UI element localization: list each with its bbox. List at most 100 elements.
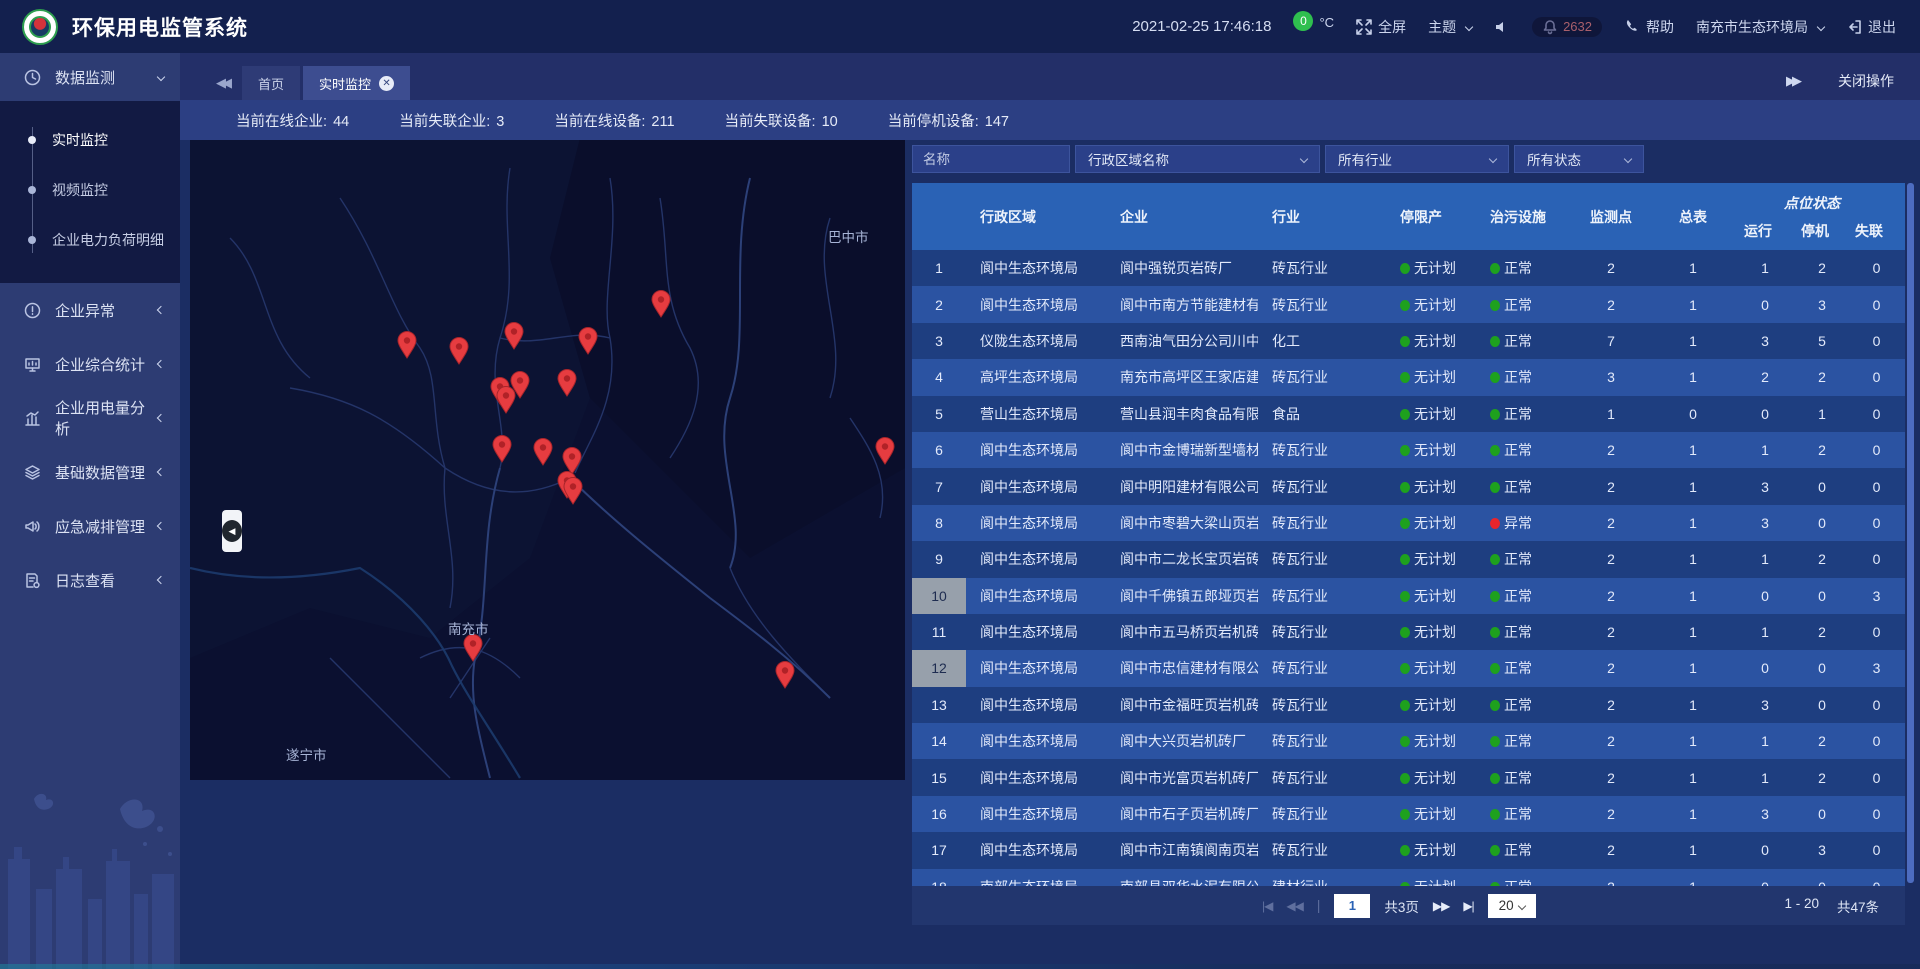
help-button[interactable]: 帮助 bbox=[1624, 17, 1674, 37]
row-monitor-count: 2 bbox=[1570, 588, 1652, 604]
prev-page-icon[interactable]: ◀◀ bbox=[1286, 899, 1302, 913]
table-row[interactable]: 6 阆中生态环境局 阆中市金博瑞新型墙材 砖瓦行业 无计划 正常 2 1 1 2… bbox=[912, 432, 1905, 468]
table-row[interactable]: 3 仪陇生态环境局 西南油气田分公司川中 化工 无计划 正常 7 1 3 5 0 bbox=[912, 323, 1905, 359]
table-row[interactable]: 5 营山生态环境局 营山县润丰肉食品有限 食品 无计划 正常 1 0 0 1 0 bbox=[912, 396, 1905, 432]
row-stop-count: 0 bbox=[1796, 515, 1848, 531]
table-row[interactable]: 16 阆中生态环境局 阆中市石子页岩机砖厂 砖瓦行业 无计划 正常 2 1 3 … bbox=[912, 796, 1905, 832]
status-dot-icon bbox=[1400, 263, 1410, 274]
row-lost-count: 0 bbox=[1848, 551, 1905, 567]
status-dot-icon bbox=[1400, 518, 1410, 529]
tabs-scroll-left-icon[interactable]: ◀◀ bbox=[180, 75, 242, 100]
sidebar-group-electricity-analysis[interactable]: 企业用电量分析 bbox=[0, 391, 180, 445]
row-monitor-count: 2 bbox=[1570, 442, 1652, 458]
table-row[interactable]: 1 阆中生态环境局 阆中强锐页岩砖厂 砖瓦行业 无计划 正常 2 1 1 2 0 bbox=[912, 250, 1905, 286]
tab-realtime-monitoring[interactable]: 实时监控 ✕ bbox=[303, 66, 410, 100]
logout-button[interactable]: 退出 bbox=[1846, 17, 1896, 37]
sidebar-group-enterprise-anomaly[interactable]: 企业异常 bbox=[0, 283, 180, 337]
table-row[interactable]: 2 阆中生态环境局 阆中市南方节能建材有 砖瓦行业 无计划 正常 2 1 0 3… bbox=[912, 286, 1905, 322]
table-row[interactable]: 12 阆中生态环境局 阆中市忠信建材有限公 砖瓦行业 无计划 正常 2 1 0 … bbox=[912, 650, 1905, 686]
name-search-input[interactable] bbox=[912, 145, 1070, 173]
row-lost-count: 0 bbox=[1848, 297, 1905, 313]
row-industry: 砖瓦行业 bbox=[1258, 658, 1386, 678]
sidebar-group-enterprise-statistics[interactable]: 企业综合统计 bbox=[0, 337, 180, 391]
page-size-select[interactable]: 20 bbox=[1488, 894, 1536, 918]
row-limit-status: 无计划 bbox=[1386, 622, 1476, 642]
status-dot-icon bbox=[1490, 518, 1500, 529]
status-dot-icon bbox=[1490, 300, 1500, 311]
sidebar-group-emergency-reduction[interactable]: 应急减排管理 bbox=[0, 499, 180, 553]
table-row[interactable]: 11 阆中生态环境局 阆中市五马桥页岩机砖 砖瓦行业 无计划 正常 2 1 1 … bbox=[912, 614, 1905, 650]
row-run-count: 0 bbox=[1734, 842, 1796, 858]
fullscreen-button[interactable]: 全屏 bbox=[1356, 17, 1406, 37]
table-row[interactable]: 4 高坪生态环境局 南充市高坪区王家店建 砖瓦行业 无计划 正常 3 1 2 2… bbox=[912, 359, 1905, 395]
sidebar-group-data-monitoring[interactable]: 数据监测 bbox=[0, 53, 180, 101]
col-company: 企业 bbox=[1106, 207, 1258, 227]
sidebar-item-video-monitoring[interactable]: 视频监控 bbox=[0, 165, 180, 215]
table-row[interactable]: 9 阆中生态环境局 阆中市二龙长宝页岩砖 砖瓦行业 无计划 正常 2 1 1 2… bbox=[912, 541, 1905, 577]
fullscreen-icon bbox=[1356, 19, 1372, 35]
row-lost-count: 0 bbox=[1848, 442, 1905, 458]
industry-select[interactable]: 所有行业 bbox=[1325, 145, 1509, 173]
row-run-count: 0 bbox=[1734, 297, 1796, 313]
sidebar-item-power-load-detail[interactable]: 企业电力负荷明细 bbox=[0, 215, 180, 265]
status-dot-icon bbox=[1490, 263, 1500, 274]
chevron-left-icon bbox=[157, 468, 165, 476]
row-limit-status: 无计划 bbox=[1386, 768, 1476, 788]
sidebar-item-realtime-monitoring[interactable]: 实时监控 bbox=[0, 115, 180, 165]
row-facility-status: 正常 bbox=[1476, 258, 1570, 278]
org-dropdown[interactable]: 南充市生态环境局 bbox=[1696, 17, 1824, 37]
theme-dropdown[interactable]: 主题 bbox=[1428, 17, 1472, 37]
bullet-dot-icon bbox=[28, 186, 36, 194]
status-dot-icon bbox=[1490, 445, 1500, 456]
map-city-label: 南充市 bbox=[448, 621, 489, 637]
last-page-icon[interactable]: ▶| bbox=[1463, 899, 1473, 913]
notification-badge[interactable]: 2632 bbox=[1532, 17, 1602, 37]
next-page-icon[interactable]: ▶▶ bbox=[1433, 899, 1449, 913]
status-dot-icon bbox=[1400, 627, 1410, 638]
row-lost-count: 0 bbox=[1848, 806, 1905, 822]
page-number-input[interactable] bbox=[1334, 894, 1370, 918]
table-row[interactable]: 14 阆中生态环境局 阆中大兴页岩机砖厂 砖瓦行业 无计划 正常 2 1 1 2… bbox=[912, 723, 1905, 759]
row-index: 7 bbox=[912, 468, 966, 504]
table-row[interactable]: 8 阆中生态环境局 阆中市枣碧大梁山页岩 砖瓦行业 无计划 异常 2 1 3 0… bbox=[912, 505, 1905, 541]
map-collapse-handle[interactable]: ◀ bbox=[222, 510, 242, 552]
region-select[interactable]: 行政区域名称 bbox=[1075, 145, 1320, 173]
row-region: 阆中生态环境局 bbox=[966, 804, 1106, 824]
row-industry: 砖瓦行业 bbox=[1258, 513, 1386, 533]
row-industry: 砖瓦行业 bbox=[1258, 440, 1386, 460]
row-total-meter: 1 bbox=[1652, 369, 1734, 385]
row-facility-status: 正常 bbox=[1476, 549, 1570, 569]
close-operations-button[interactable]: 关闭操作 bbox=[1838, 71, 1894, 91]
table-row[interactable]: 17 阆中生态环境局 阆中市江南镇阆南页岩 砖瓦行业 无计划 正常 2 1 0 … bbox=[912, 832, 1905, 868]
map-panel[interactable]: 巴中市南充市遂宁市 ◀ bbox=[190, 138, 905, 780]
row-index: 12 bbox=[912, 650, 966, 686]
row-region: 阆中生态环境局 bbox=[966, 549, 1106, 569]
row-facility-status: 正常 bbox=[1476, 658, 1570, 678]
sidebar-group-log-view[interactable]: 日志查看 bbox=[0, 553, 180, 607]
status-select[interactable]: 所有状态 bbox=[1514, 145, 1644, 173]
row-index: 6 bbox=[912, 432, 966, 468]
row-company: 阆中市光富页岩机砖厂 bbox=[1106, 768, 1258, 788]
layers-icon bbox=[24, 464, 41, 481]
exit-icon bbox=[1846, 19, 1862, 35]
first-page-icon[interactable]: |◀ bbox=[1262, 899, 1272, 913]
row-lost-count: 3 bbox=[1848, 588, 1905, 604]
row-stop-count: 2 bbox=[1796, 624, 1848, 640]
table-row[interactable]: 13 阆中生态环境局 阆中市金福旺页岩机砖 砖瓦行业 无计划 正常 2 1 3 … bbox=[912, 687, 1905, 723]
row-facility-status: 正常 bbox=[1476, 367, 1570, 387]
row-total-meter: 1 bbox=[1652, 333, 1734, 349]
table-row[interactable]: 7 阆中生态环境局 阆中明阳建材有限公司 砖瓦行业 无计划 正常 2 1 3 0… bbox=[912, 468, 1905, 504]
row-monitor-count: 2 bbox=[1570, 697, 1652, 713]
table-row[interactable]: 15 阆中生态环境局 阆中市光富页岩机砖厂 砖瓦行业 无计划 正常 2 1 1 … bbox=[912, 759, 1905, 795]
table-row[interactable]: 10 阆中生态环境局 阆中千佛镇五郎垭页岩 砖瓦行业 无计划 正常 2 1 0 … bbox=[912, 578, 1905, 614]
table-scrollbar[interactable] bbox=[1907, 183, 1914, 883]
tab-close-icon[interactable]: ✕ bbox=[379, 76, 394, 91]
table-row[interactable]: 18 南部生态环境局 南部县双华水泥有限公 建材行业 无计划 正常 2 1 0 … bbox=[912, 869, 1905, 886]
tabs-scroll-right-icon[interactable]: ▶▶ bbox=[1786, 73, 1798, 89]
tab-home[interactable]: 首页 bbox=[242, 66, 300, 100]
speaker-mute-icon[interactable] bbox=[1494, 19, 1510, 35]
sidebar-group-base-data[interactable]: 基础数据管理 bbox=[0, 445, 180, 499]
row-monitor-count: 2 bbox=[1570, 879, 1652, 886]
row-region: 阆中生态环境局 bbox=[966, 658, 1106, 678]
datetime: 2021-02-25 17:46:18 bbox=[1132, 18, 1271, 35]
